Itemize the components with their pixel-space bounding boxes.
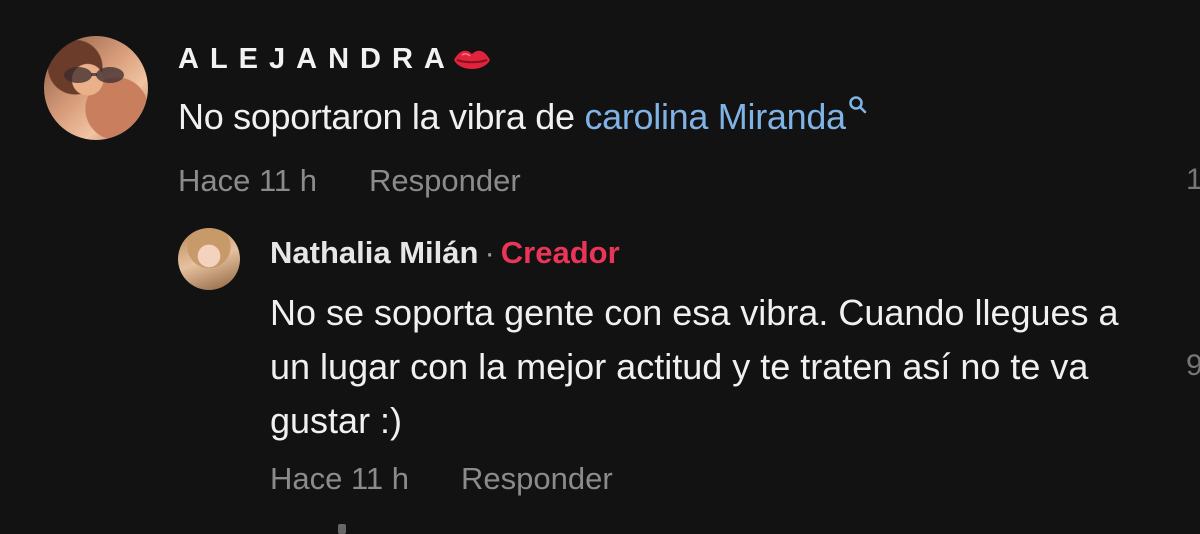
sunglasses-detail [64,67,124,83]
separator-dot: · [484,235,495,270]
comments-panel: ALEJANDRA No soportaron la vibra de caro… [0,0,1200,534]
commenter-username-row[interactable]: ALEJANDRA [178,43,492,76]
reply-text: No se soporta gente con esa vibra. Cuand… [270,292,1119,441]
more-replies-indicator[interactable] [338,524,346,534]
comment-text-prefix: No soportaron la vibra de [178,96,585,137]
comment-like-count[interactable]: 1 [1186,163,1200,197]
lips-icon [453,50,490,69]
reply-username[interactable]: Nathalia Milán [270,235,478,270]
reply-meta: Hace 11 h Responder [270,461,613,497]
commenter-username[interactable]: ALEJANDRA [178,43,456,76]
mention-link[interactable]: carolina Miranda [584,96,846,137]
comment-timestamp: Hace 11 h [178,163,318,198]
comment-meta: Hace 11 h Responder [178,163,521,199]
comment-text: No soportaron la vibra de carolina Miran… [178,96,869,138]
reply-avatar[interactable] [178,228,240,290]
reply-like-count[interactable]: 9 [1186,349,1200,383]
reply-timestamp: Hace 11 h [270,461,410,496]
reply-header: Nathalia Milán · Creador [270,235,620,271]
reply-reply-button[interactable]: Responder [461,461,613,496]
search-icon[interactable] [847,94,869,116]
commenter-avatar[interactable] [44,36,148,140]
reply-button[interactable]: Responder [369,163,521,198]
creator-badge: Creador [500,235,620,270]
